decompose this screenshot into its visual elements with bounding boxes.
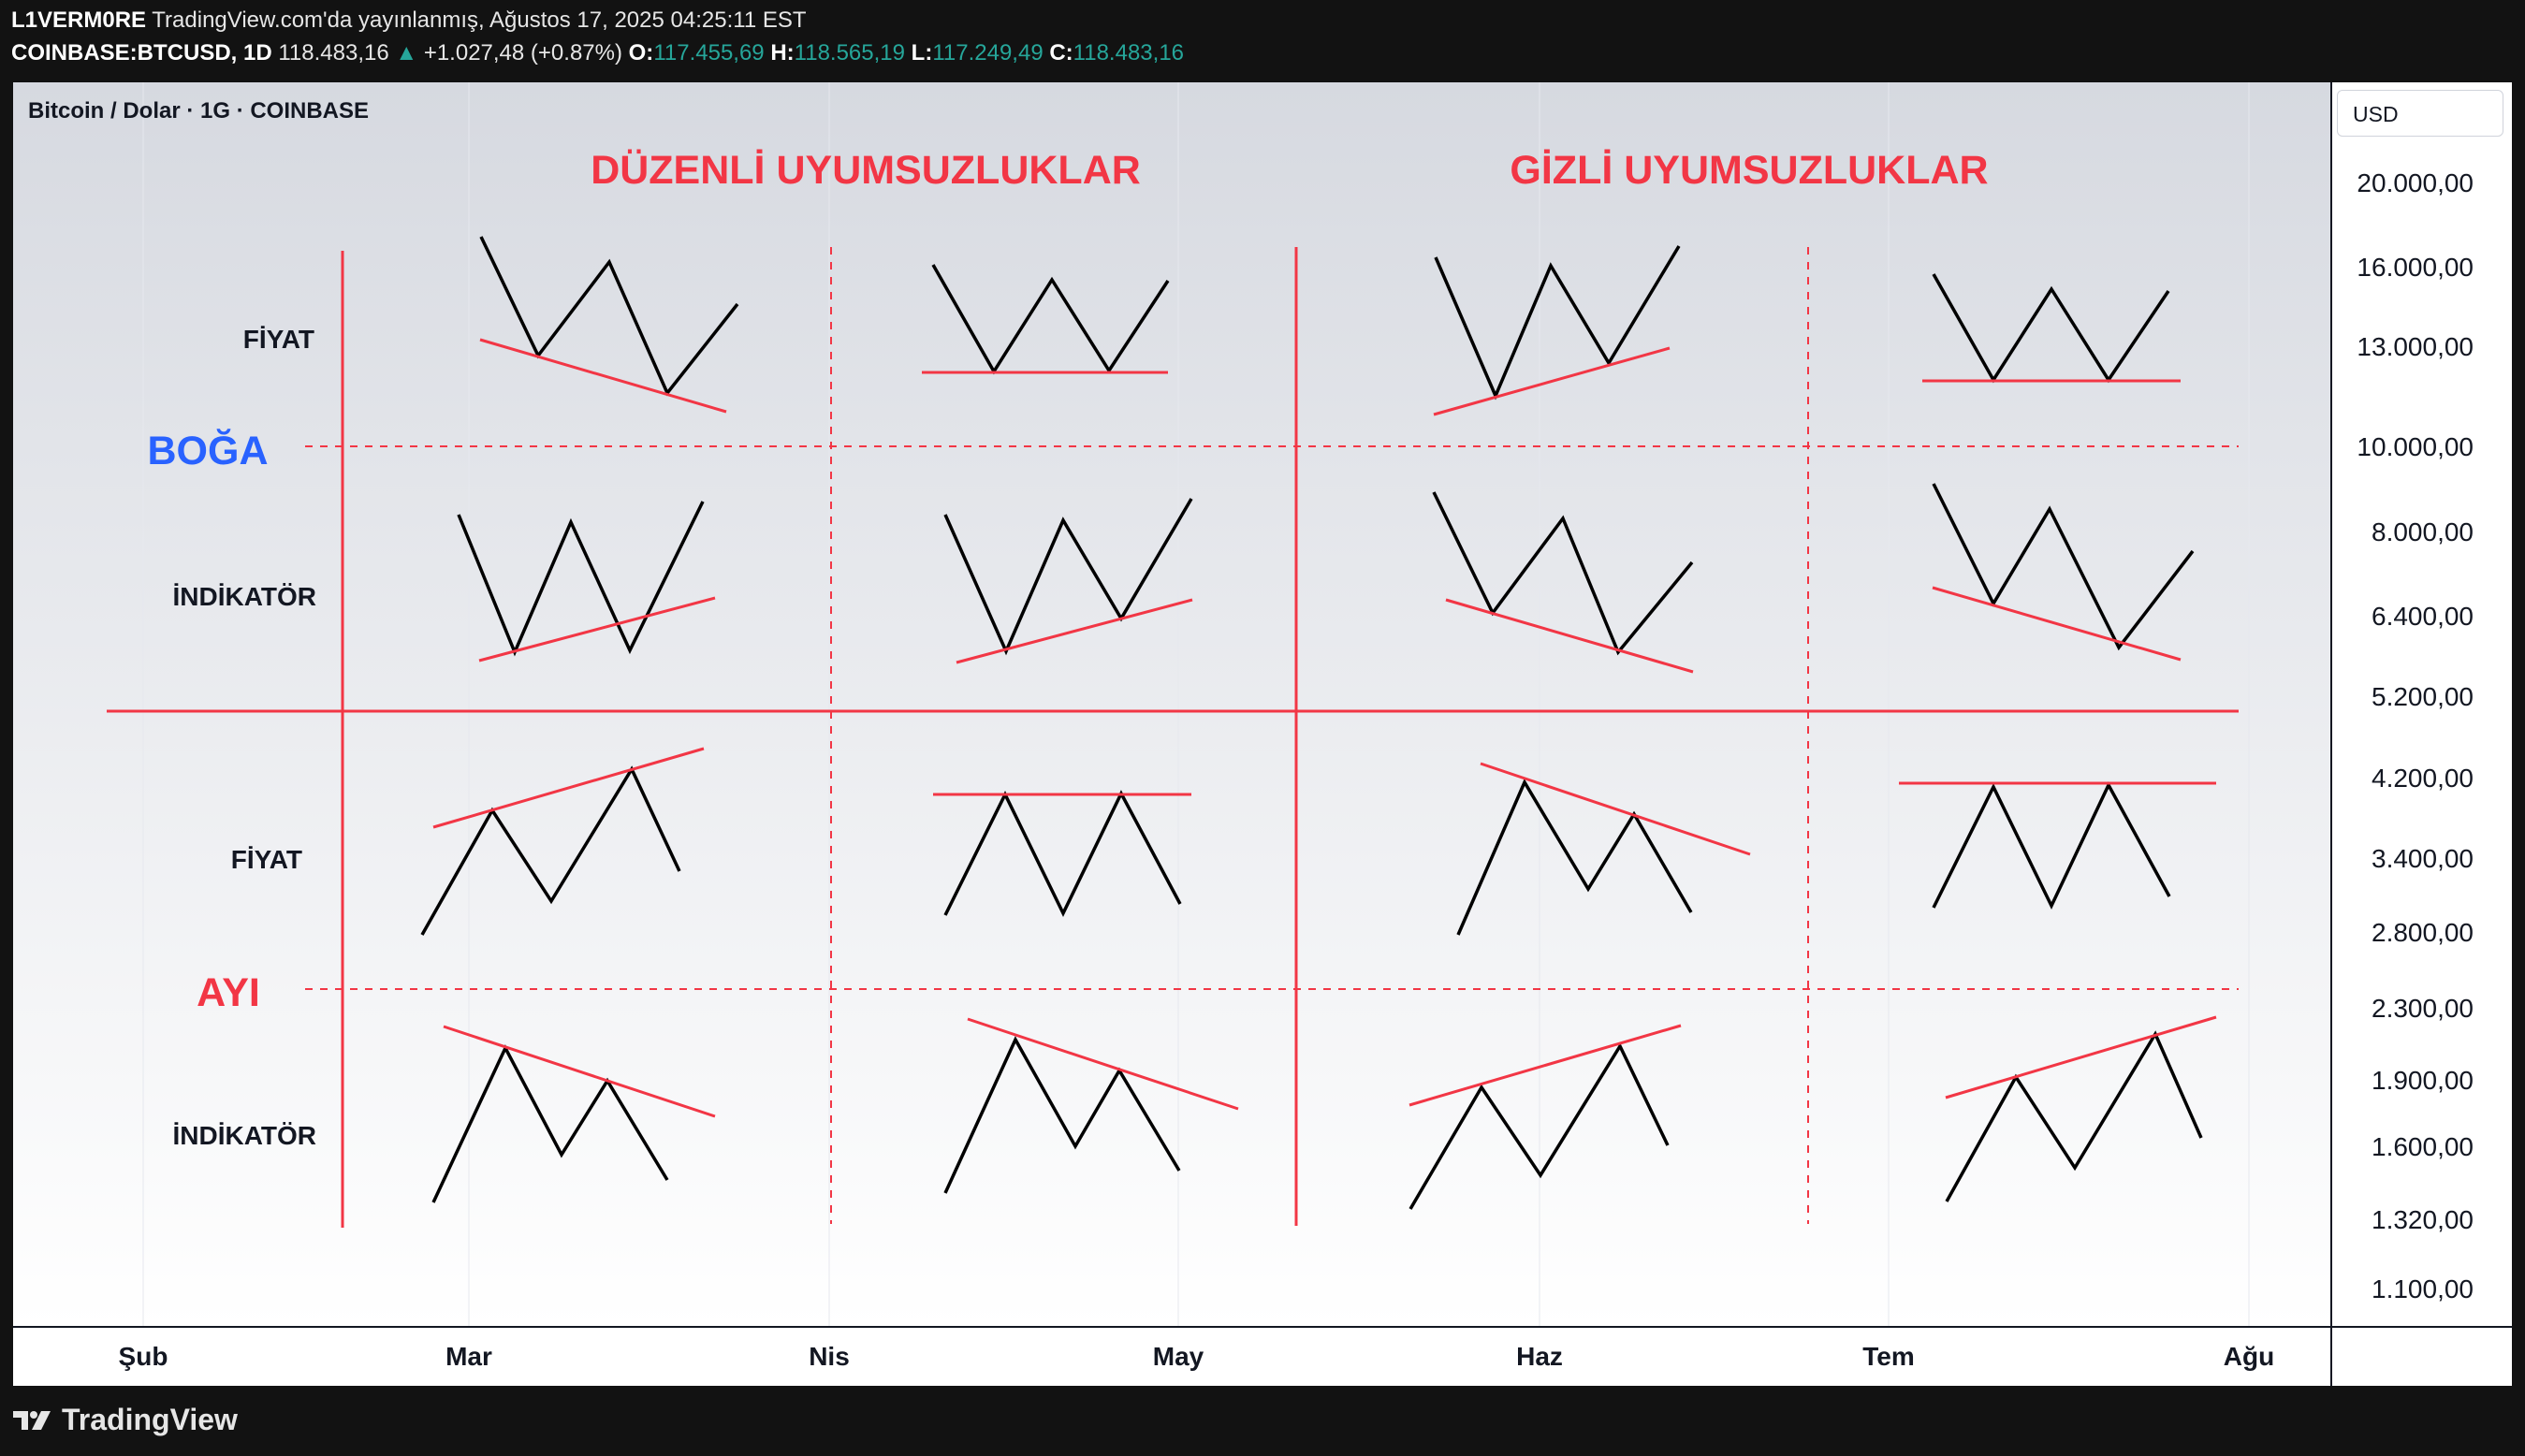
price-row-label: FİYAT bbox=[243, 325, 314, 354]
y-tick: 20.000,00 bbox=[2357, 168, 2474, 197]
indicator-row-label: İNDİKATÖR bbox=[173, 1121, 316, 1150]
x-tick: Haz bbox=[1516, 1342, 1563, 1371]
y-tick: 1.900,00 bbox=[2372, 1066, 2474, 1095]
x-tick: Mar bbox=[445, 1342, 492, 1371]
currency-selector[interactable]: USD bbox=[2337, 90, 2503, 137]
y-tick: 5.200,00 bbox=[2372, 682, 2474, 711]
y-tick: 3.400,00 bbox=[2372, 844, 2474, 873]
y-tick: 1.600,00 bbox=[2372, 1132, 2474, 1161]
tradingview-logo[interactable]: TradingView bbox=[13, 1403, 238, 1437]
bear-label: AYI bbox=[197, 970, 260, 1015]
bull-label: BOĞA bbox=[148, 429, 269, 473]
regular-divergence-title: DÜZENLİ UYUMSUZLUKLAR bbox=[591, 148, 1141, 193]
y-tick: 13.000,00 bbox=[2357, 332, 2474, 361]
x-tick: Şub bbox=[119, 1342, 168, 1371]
plot-background bbox=[13, 82, 2331, 1327]
x-tick: May bbox=[1153, 1342, 1204, 1371]
y-tick: 16.000,00 bbox=[2357, 253, 2474, 282]
brand-name: TradingView bbox=[62, 1403, 238, 1436]
y-tick: 2.300,00 bbox=[2372, 994, 2474, 1023]
chart-canvas[interactable]: 20.000,00 16.000,00 13.000,00 10.000,00 … bbox=[0, 0, 2525, 1456]
chart-title: Bitcoin / Dolar · 1G · COINBASE bbox=[28, 98, 370, 124]
y-tick: 8.000,00 bbox=[2372, 517, 2474, 546]
y-tick: 1.100,00 bbox=[2372, 1274, 2474, 1303]
tradingview-logo-icon bbox=[13, 1410, 51, 1430]
y-tick: 4.200,00 bbox=[2372, 764, 2474, 793]
y-tick: 10.000,00 bbox=[2357, 432, 2474, 461]
x-tick: Tem bbox=[1862, 1342, 1915, 1371]
x-tick: Ağu bbox=[2224, 1342, 2274, 1371]
indicator-row-label: İNDİKATÖR bbox=[173, 582, 316, 611]
y-tick: 6.400,00 bbox=[2372, 602, 2474, 631]
hidden-divergence-title: GİZLİ UYUMSUZLUKLAR bbox=[1510, 148, 1988, 193]
y-tick: 2.800,00 bbox=[2372, 918, 2474, 947]
price-axis[interactable]: 20.000,00 16.000,00 13.000,00 10.000,00 … bbox=[2357, 168, 2474, 1303]
y-tick: 1.320,00 bbox=[2372, 1205, 2474, 1234]
x-tick: Nis bbox=[809, 1342, 850, 1371]
price-row-label: FİYAT bbox=[231, 845, 302, 874]
time-axis[interactable]: Şub Mar Nis May Haz Tem Ağu bbox=[119, 1342, 2275, 1371]
